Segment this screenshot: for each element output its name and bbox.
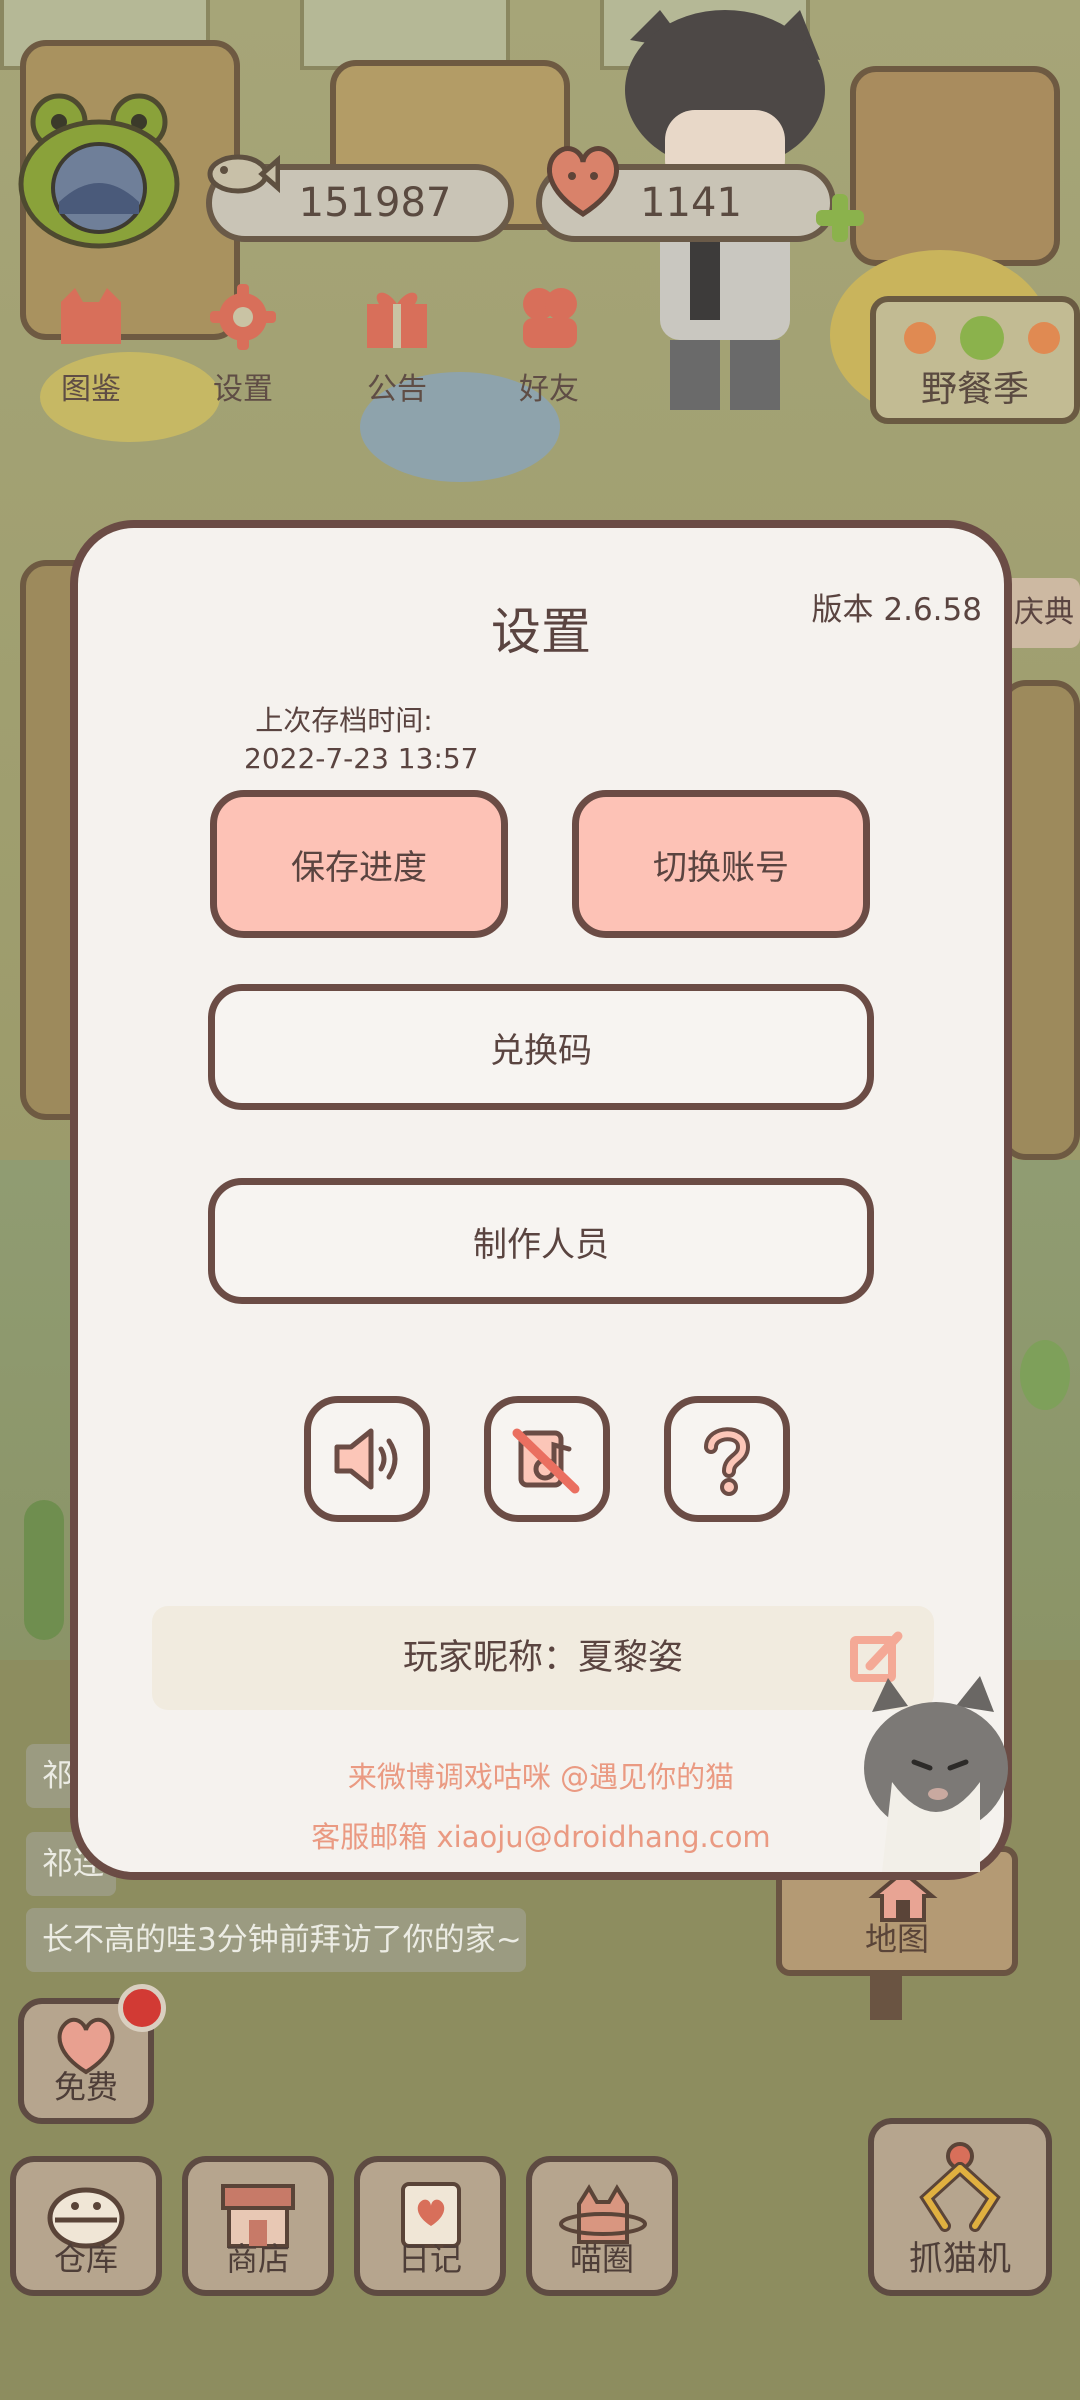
add-hearts-icon[interactable] — [812, 190, 868, 246]
question-icon — [704, 1427, 751, 1496]
last-save-label: 上次存档时间: — [255, 704, 433, 737]
nav-warehouse-button[interactable]: 仓库 — [10, 2156, 162, 2296]
credits-button[interactable]: 制作人员 — [208, 1178, 874, 1304]
gift-icon — [367, 292, 427, 348]
picnic-event-sign[interactable]: 野餐季 — [870, 296, 1080, 424]
fish-icon — [207, 154, 280, 194]
menu-settings-button[interactable]: 设置 — [178, 284, 308, 407]
nav-label: 日记 — [397, 2240, 462, 2278]
menu-label: 好友 — [519, 372, 579, 407]
switch-account-label: 切换账号 — [653, 847, 789, 888]
map-label: 地图 — [864, 1920, 929, 1958]
nav-diary-button[interactable]: 日记 — [354, 2156, 506, 2296]
help-button[interactable] — [664, 1396, 790, 1522]
version-label: 版本 2.6.58 — [811, 592, 982, 628]
right-shelf — [1000, 680, 1080, 1160]
nav-label: 仓库 — [53, 2240, 118, 2278]
cat-photo — [864, 1676, 1008, 1872]
notification-badge — [118, 1984, 166, 2032]
menu-label: 设置 — [213, 372, 273, 407]
save-progress-button[interactable]: 保存进度 — [210, 790, 508, 938]
plant-leaf — [1020, 1340, 1070, 1410]
nav-label: 喵圈 — [569, 2240, 634, 2278]
nav-label: 商店 — [225, 2240, 290, 2278]
switch-account-button[interactable]: 切换账号 — [572, 790, 870, 938]
heart-icon — [547, 146, 619, 217]
gear-icon — [210, 284, 276, 350]
claw-machine-label: 抓猫机 — [909, 2239, 1011, 2279]
feed-item: 长不高的哇3分钟前拜访了你的家~ — [26, 1908, 526, 1972]
sound-toggle-button[interactable] — [304, 1396, 430, 1522]
picnic-event-label: 野餐季 — [920, 369, 1029, 410]
fish-count: 151987 — [298, 180, 452, 226]
nickname-bar: 玩家昵称：夏黎姿 — [152, 1606, 934, 1710]
sign-post — [870, 1976, 902, 2020]
music-toggle-button[interactable] — [484, 1396, 610, 1522]
menu-announcement-button[interactable]: 公告 — [332, 284, 462, 407]
heart-count: 1141 — [640, 180, 742, 226]
save-progress-label: 保存进度 — [291, 847, 427, 888]
last-save-info: 上次存档时间: 2022-7-23 13:57 — [244, 702, 479, 778]
festival-label: 庆典 — [1014, 595, 1074, 630]
menu-label: 图鉴 — [61, 372, 121, 407]
menu-collection-button[interactable]: 图鉴 — [26, 284, 156, 407]
friends-icon — [523, 288, 577, 348]
flower-apple-icon — [904, 316, 1060, 360]
nav-shop-button[interactable]: 商店 — [182, 2156, 334, 2296]
nickname-label: 玩家昵称： — [402, 1638, 578, 1678]
credits-label: 制作人员 — [473, 1224, 609, 1265]
claw-icon — [919, 2142, 1001, 2232]
free-label: 免费 — [53, 2068, 118, 2106]
redeem-code-button[interactable]: 兑换码 — [208, 984, 874, 1110]
nickname-text: 玩家昵称：夏黎姿 — [152, 1606, 934, 1710]
frog-avatar[interactable] — [14, 84, 184, 254]
menu-label: 公告 — [367, 372, 427, 407]
vine-plant — [24, 1500, 64, 1640]
tv-stand — [850, 66, 1060, 266]
redeem-code-label: 兑换码 — [490, 1030, 592, 1071]
cat-face-icon — [61, 288, 121, 344]
last-save-time: 2022-7-23 13:57 — [244, 742, 479, 775]
claw-machine-button[interactable]: 抓猫机 — [868, 2118, 1052, 2296]
menu-friends-button[interactable]: 好友 — [484, 284, 614, 407]
nav-cat-circle-button[interactable]: 喵圈 — [526, 2156, 678, 2296]
speaker-icon — [334, 1428, 398, 1490]
nickname-value: 夏黎姿 — [578, 1638, 684, 1678]
music-off-icon — [512, 1428, 580, 1494]
